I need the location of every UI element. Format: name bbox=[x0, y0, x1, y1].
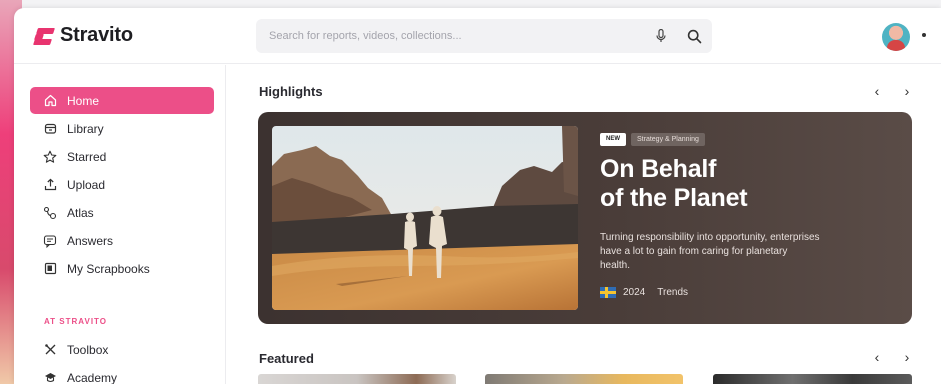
account-menu-icon[interactable] bbox=[922, 33, 926, 37]
scrapbook-icon bbox=[42, 261, 58, 277]
brand-logo[interactable]: Stravito bbox=[33, 24, 133, 47]
chevron-right-icon[interactable]: › bbox=[897, 83, 917, 99]
featured-carousel-controls: ‹ › bbox=[867, 349, 917, 365]
sidebar-item-atlas[interactable]: Atlas bbox=[30, 199, 214, 226]
chevron-right-icon[interactable]: › bbox=[897, 349, 917, 365]
upload-icon bbox=[42, 177, 58, 193]
sidebar-item-starred[interactable]: Starred bbox=[30, 143, 214, 170]
sidebar-item-label: Starred bbox=[67, 149, 107, 164]
answers-icon bbox=[42, 233, 58, 249]
sidebar-item-label: Answers bbox=[67, 233, 114, 248]
star-icon bbox=[42, 149, 58, 165]
main-content: Highlights ‹ › NEW Strategy & Planning O… bbox=[227, 65, 941, 384]
sidebar-item-academy[interactable]: Academy bbox=[30, 364, 214, 384]
toolbox-icon bbox=[42, 342, 58, 358]
stravito-logo-icon bbox=[33, 26, 55, 46]
sidebar-item-toolbox[interactable]: Toolbox bbox=[30, 336, 214, 363]
home-icon bbox=[42, 93, 58, 109]
sidebar-item-label: Library bbox=[67, 121, 104, 136]
highlights-carousel-controls: ‹ › bbox=[867, 83, 917, 99]
sidebar-item-home[interactable]: Home bbox=[30, 87, 214, 114]
category-badge: Strategy & Planning bbox=[631, 133, 705, 146]
highlight-card-title: On Behalf of the Planet bbox=[600, 155, 880, 213]
featured-card[interactable] bbox=[258, 374, 456, 384]
sidebar-item-label: My Scrapbooks bbox=[67, 261, 150, 276]
highlights-title: Highlights bbox=[259, 84, 323, 99]
sidebar-item-my-scrapbooks[interactable]: My Scrapbooks bbox=[30, 255, 214, 282]
chevron-left-icon[interactable]: ‹ bbox=[867, 349, 887, 365]
new-badge: NEW bbox=[600, 133, 626, 146]
featured-card[interactable] bbox=[713, 374, 912, 384]
library-icon bbox=[42, 121, 58, 137]
highlight-card-meta: 2024 Trends bbox=[600, 287, 880, 298]
sidebar-item-label: Home bbox=[67, 93, 100, 108]
mic-icon[interactable] bbox=[646, 19, 676, 53]
search-icon[interactable] bbox=[676, 19, 712, 53]
featured-title: Featured bbox=[259, 351, 314, 366]
sidebar-item-label: Atlas bbox=[67, 205, 94, 220]
sidebar-item-library[interactable]: Library bbox=[30, 115, 214, 142]
sidebar-item-label: Upload bbox=[67, 177, 106, 192]
chevron-left-icon[interactable]: ‹ bbox=[867, 83, 887, 99]
highlight-card-tags: NEW Strategy & Planning bbox=[600, 133, 880, 146]
sidebar-item-label: Toolbox bbox=[67, 342, 109, 357]
academy-icon bbox=[42, 370, 58, 384]
sweden-flag-icon bbox=[600, 287, 616, 298]
highlight-card[interactable]: NEW Strategy & Planning On Behalf of the… bbox=[258, 112, 912, 324]
sidebar: Home Library Starred Upload Atlas Answer… bbox=[14, 65, 226, 384]
search-input[interactable]: Search for reports, videos, collections.… bbox=[256, 30, 646, 42]
highlight-card-type: Trends bbox=[657, 287, 689, 298]
search-bar[interactable]: Search for reports, videos, collections.… bbox=[256, 19, 712, 53]
highlight-title-line-1: On Behalf bbox=[600, 155, 717, 183]
highlight-title-line-2: of the Planet bbox=[600, 184, 748, 212]
app-window: Stravito Search for reports, videos, col… bbox=[14, 8, 941, 384]
highlight-card-year: 2024 bbox=[623, 287, 646, 298]
sidebar-item-label: Academy bbox=[67, 370, 118, 384]
sidebar-item-answers[interactable]: Answers bbox=[30, 227, 214, 254]
top-bar: Stravito Search for reports, videos, col… bbox=[14, 8, 941, 64]
brand-name: Stravito bbox=[60, 24, 133, 46]
highlight-card-image bbox=[272, 126, 578, 310]
highlight-card-description: Turning responsibility into opportunity,… bbox=[600, 232, 820, 271]
sidebar-item-upload[interactable]: Upload bbox=[30, 171, 214, 198]
section-label-at-stravito: AT STRAVITO bbox=[44, 317, 107, 326]
featured-card[interactable] bbox=[485, 374, 683, 384]
user-avatar[interactable] bbox=[882, 23, 910, 51]
atlas-icon bbox=[42, 205, 58, 221]
highlight-card-content: NEW Strategy & Planning On Behalf of the… bbox=[600, 133, 880, 298]
